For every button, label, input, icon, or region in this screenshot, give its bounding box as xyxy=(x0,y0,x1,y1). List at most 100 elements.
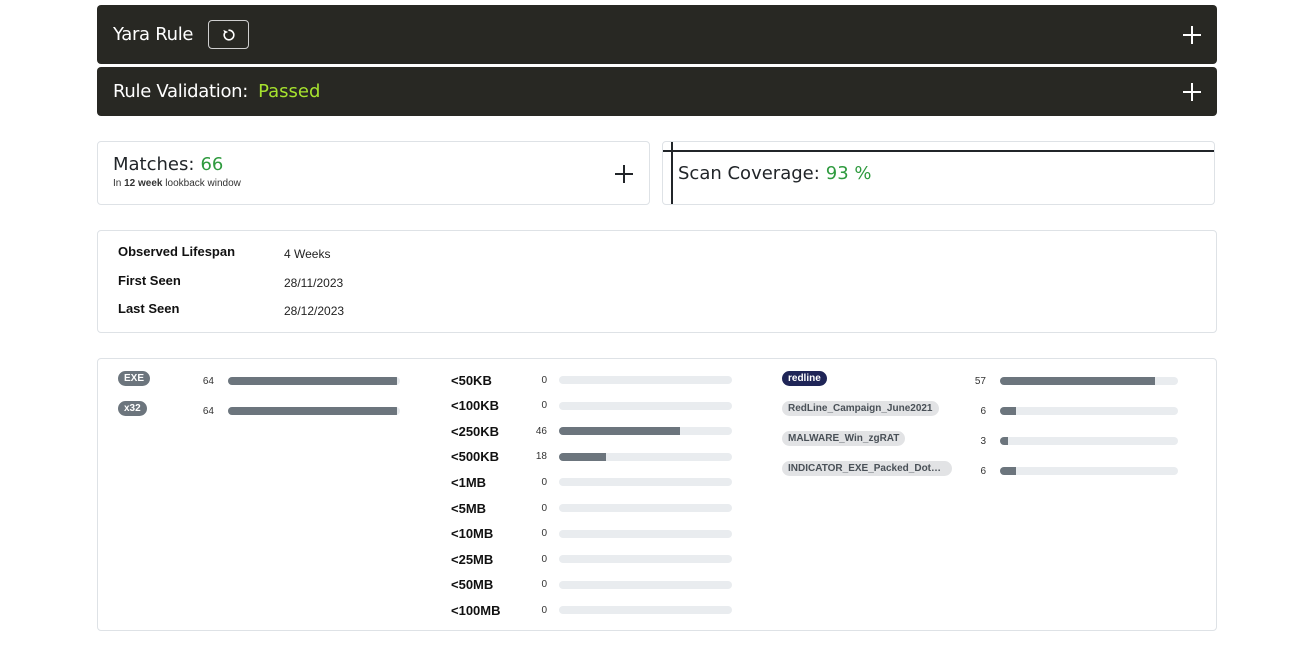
filetype-badge[interactable]: EXE xyxy=(118,371,151,386)
filesize-bar-fill xyxy=(559,452,606,461)
tag-badge[interactable]: redline xyxy=(782,371,827,386)
yara-rule-title: Yara Rule xyxy=(113,24,194,45)
filesize-bar xyxy=(559,504,732,512)
tag-row: INDICATOR_EXE_Packed_DotNe... 6 xyxy=(782,461,1178,479)
filetype-count: 64 xyxy=(202,375,214,387)
expand-yara-rule-icon[interactable] xyxy=(1183,25,1201,44)
tag-badge-wrap: redline xyxy=(782,371,962,391)
filesize-label: <100KB xyxy=(451,398,500,414)
expand-rule-validation-icon[interactable] xyxy=(1183,82,1201,101)
filesize-bar xyxy=(559,606,732,615)
tag-count: 6 xyxy=(980,405,986,417)
filesize-label: <1MB xyxy=(451,474,487,490)
expand-matches-icon[interactable] xyxy=(615,165,633,183)
rule-validation-panel-header[interactable]: Rule Validation: Passed xyxy=(97,67,1217,116)
filesize-bar xyxy=(559,580,732,589)
last-seen-value: 28/12/2023 xyxy=(284,304,345,318)
matches-label: Matches: xyxy=(113,154,195,175)
filesize-bar xyxy=(559,401,732,410)
tag-bar-fill xyxy=(1000,377,1155,385)
filesize-label: <50KB xyxy=(451,372,492,388)
filesize-label: <100MB xyxy=(451,602,501,618)
matches-value: 66 xyxy=(200,154,224,175)
tag-badge[interactable]: MALWARE_Win_zgRAT xyxy=(782,431,906,446)
filesize-row: <100MB 0 xyxy=(451,602,732,618)
filesize-row: <100KB 0 xyxy=(451,398,732,414)
rule-validation-status: Passed xyxy=(258,81,321,102)
scan-coverage-card: Scan Coverage: 93 % xyxy=(662,141,1215,205)
filetype-badge-wrap: x32 xyxy=(118,401,190,421)
filesize-row: <5MB 0 xyxy=(451,500,732,516)
filetype-row: x32 64 xyxy=(118,401,400,421)
filesize-bar xyxy=(559,376,732,384)
filesize-bar xyxy=(559,427,732,436)
filesize-count: 0 xyxy=(541,502,547,514)
tag-bar xyxy=(1000,377,1178,385)
matches-subtitle: In 12 week lookback window xyxy=(113,178,634,189)
tag-bar xyxy=(1000,437,1178,445)
filesize-label: <25MB xyxy=(451,551,494,567)
tag-row: RedLine_Campaign_June2021 6 xyxy=(782,401,1178,419)
filesize-count: 0 xyxy=(541,604,547,616)
filesize-row: <10MB 0 xyxy=(451,526,732,542)
filesize-bar-fill xyxy=(559,427,681,436)
filesize-row: <50KB 0 xyxy=(451,372,732,388)
scan-coverage-value: 93 % xyxy=(825,162,872,184)
filesize-count: 0 xyxy=(541,476,547,488)
filetype-badge-wrap: EXE xyxy=(118,371,190,391)
scan-coverage-label: Scan Coverage: xyxy=(678,162,820,184)
tag-bar-fill xyxy=(1000,407,1017,415)
tag-bar-fill xyxy=(1000,437,1008,445)
filetype-bar-fill xyxy=(228,407,397,415)
filesize-row: <1MB 0 xyxy=(451,474,732,490)
reset-icon xyxy=(223,28,235,41)
filesize-bar xyxy=(559,529,732,538)
filesize-count: 18 xyxy=(535,451,547,463)
matches-sub-window: 12 week xyxy=(124,178,163,189)
filesize-label: <250KB xyxy=(451,423,500,439)
filetype-bar xyxy=(228,377,400,385)
tag-badge-wrap: MALWARE_Win_zgRAT xyxy=(782,431,962,451)
filesize-count: 0 xyxy=(541,553,547,565)
matches-sub-suffix: lookback window xyxy=(165,178,241,189)
expand-scan-coverage-icon[interactable] xyxy=(1181,164,1199,182)
matches-card: Matches: 66 In 12 week lookback window xyxy=(97,141,650,205)
filesize-count: 0 xyxy=(541,579,547,591)
tag-count: 57 xyxy=(974,375,986,387)
lifespan-card: Observed Lifespan 4 Weeks First Seen 28/… xyxy=(97,230,1217,333)
filesize-label: <500KB xyxy=(451,449,500,465)
first-seen-key: First Seen xyxy=(118,273,181,288)
filesize-label: <10MB xyxy=(451,526,494,542)
tag-row: redline 57 xyxy=(782,371,1178,391)
last-seen-row: Last Seen 28/12/2023 xyxy=(118,301,518,318)
filesize-count: 46 xyxy=(535,425,547,437)
rule-validation-label: Rule Validation: xyxy=(113,81,249,102)
filetype-row: EXE 64 xyxy=(118,371,400,391)
tag-row: MALWARE_Win_zgRAT 3 xyxy=(782,431,1178,451)
reset-button[interactable] xyxy=(208,20,250,49)
tag-count: 3 xyxy=(980,435,986,447)
filesize-label: <50MB xyxy=(451,577,494,593)
filetype-badge[interactable]: x32 xyxy=(118,401,147,416)
filesize-count: 0 xyxy=(541,400,547,412)
tag-bar xyxy=(1000,407,1178,415)
matches-sub-prefix: In xyxy=(113,178,122,189)
filesize-row: <500KB 18 xyxy=(451,449,732,465)
tag-badge[interactable]: INDICATOR_EXE_Packed_DotNe... xyxy=(782,461,952,476)
first-seen-row: First Seen 28/11/2023 xyxy=(118,273,518,290)
distribution-card: EXE 64 x32 64 <50KB 0 <100KB 0 <250KB 46 <500KB 18… xyxy=(97,358,1217,631)
filesize-count: 0 xyxy=(541,528,547,540)
filesize-bar xyxy=(559,478,732,487)
first-seen-value: 28/11/2023 xyxy=(284,276,344,290)
tag-bar xyxy=(1000,467,1178,475)
filesize-row: <25MB 0 xyxy=(451,551,732,567)
lifespan-row: Observed Lifespan 4 Weeks xyxy=(118,244,518,261)
tag-badge[interactable]: RedLine_Campaign_June2021 xyxy=(782,401,939,416)
tag-bar-fill xyxy=(1000,467,1017,475)
filesize-label: <5MB xyxy=(451,500,487,516)
filesize-row: <250KB 46 xyxy=(451,423,732,439)
yara-rule-panel-header[interactable]: Yara Rule xyxy=(97,5,1217,64)
filetype-count: 64 xyxy=(202,405,214,417)
filetype-bar xyxy=(228,407,400,415)
tag-count: 6 xyxy=(980,465,986,477)
